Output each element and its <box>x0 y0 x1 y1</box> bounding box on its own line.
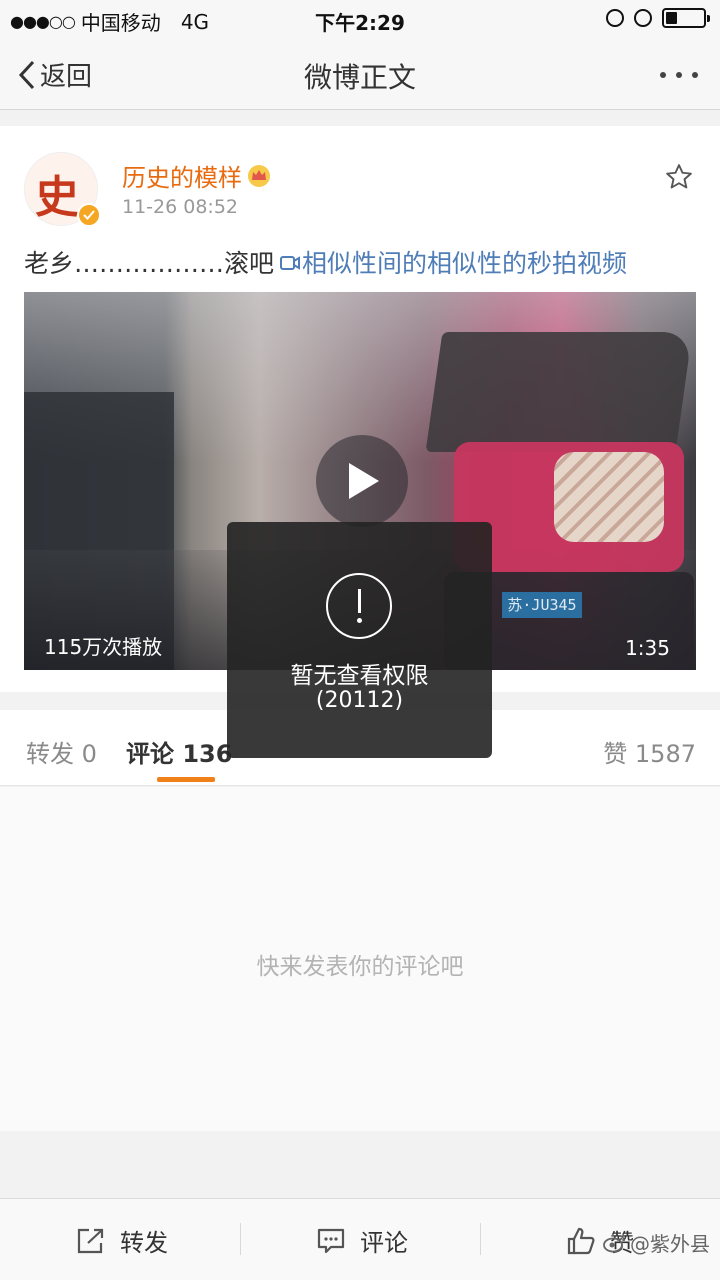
repost-icon <box>77 1228 104 1253</box>
comment-button[interactable]: 评论 <box>316 1223 408 1258</box>
post-time: 11-26 08:52 <box>122 196 239 218</box>
verified-badge-icon <box>77 203 101 227</box>
alert-icon <box>326 573 392 639</box>
watermark: @紫外县 <box>602 1228 710 1257</box>
video-frame-blanket <box>554 452 664 542</box>
tab-repost[interactable]: 转发 0 <box>26 734 97 769</box>
nav-bar: 返回 微博正文 <box>0 38 720 110</box>
play-icon <box>349 463 379 499</box>
alarm-icon <box>634 9 652 27</box>
user-name-text: 历史的模样 <box>122 164 242 192</box>
battery-fill <box>666 12 677 24</box>
star-icon[interactable] <box>664 162 694 192</box>
battery-icon <box>662 8 710 28</box>
rotation-lock-icon <box>606 9 624 27</box>
toast-code: (20112) <box>315 688 404 713</box>
more-dots-icon[interactable] <box>660 72 698 78</box>
video-frame-trunk-lid <box>425 332 693 452</box>
comment-label: 评论 <box>360 1229 408 1257</box>
video-duration: 1:35 <box>625 636 670 660</box>
active-tab-indicator <box>157 777 215 782</box>
empty-comments-hint: 快来发表你的评论吧 <box>256 954 464 980</box>
toast-message: 暂无查看权限 <box>290 663 429 689</box>
avatar-glyph: 史 <box>35 172 79 223</box>
view-count: 115万次播放 <box>44 635 163 659</box>
bottom-divider-2 <box>480 1223 481 1255</box>
video-link[interactable]: 相似性间的相似性的秒拍视频 <box>302 249 627 278</box>
bottom-divider-1 <box>240 1223 241 1255</box>
status-right <box>606 8 710 28</box>
comment-icon <box>317 1228 345 1253</box>
post-text: 老乡………………滚吧 相似性间的相似性的秒拍视频 <box>24 244 627 280</box>
repost-label: 转发 <box>120 1229 168 1257</box>
weibo-logo-icon <box>603 1234 625 1252</box>
crown-icon <box>248 164 270 187</box>
watermark-text: @紫外县 <box>630 1232 710 1256</box>
tab-comment[interactable]: 评论 136 <box>126 734 232 769</box>
repost-button[interactable]: 转发 <box>76 1223 168 1258</box>
play-button[interactable] <box>316 435 408 527</box>
thumbs-up-icon <box>567 1227 595 1254</box>
video-link-icon <box>280 256 301 270</box>
comments-empty-area: 快来发表你的评论吧 <box>0 787 720 1131</box>
page-title: 微博正文 <box>303 61 416 94</box>
tab-like[interactable]: 赞 1587 <box>603 734 696 769</box>
user-name[interactable]: 历史的模样 <box>122 158 272 193</box>
post-body: 老乡………………滚吧 <box>24 249 275 278</box>
status-bar: ●●●○○ 中国移动 4G 下午2:29 <box>0 0 720 38</box>
permission-toast: 暂无查看权限 (20112) <box>227 522 492 758</box>
avatar[interactable]: 史 <box>24 152 101 227</box>
license-plate: 苏·JU345 <box>502 592 582 618</box>
